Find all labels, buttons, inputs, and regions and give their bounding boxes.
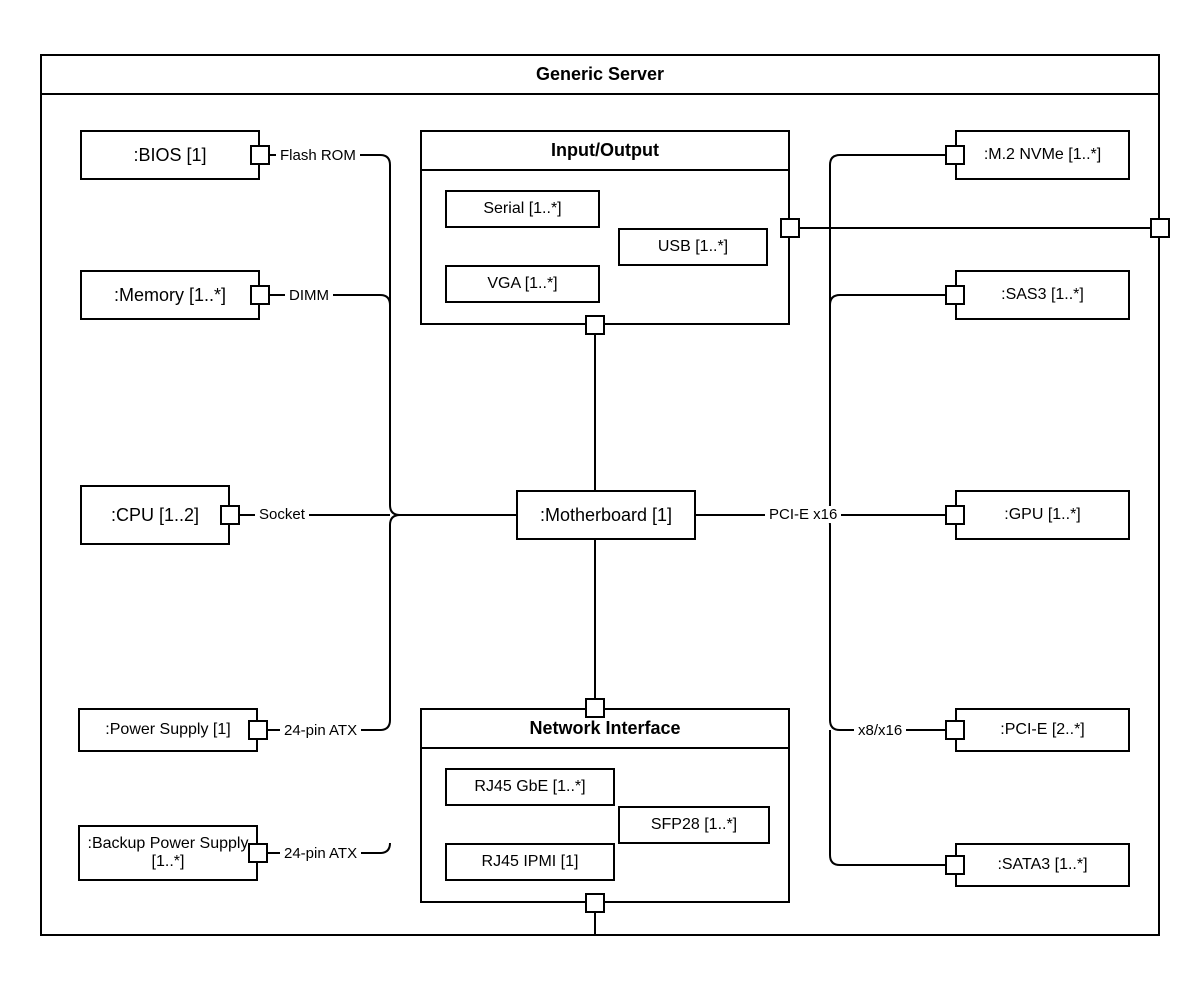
component-m2-nvme: :M.2 NVMe [1..*]: [955, 130, 1130, 180]
edge-label-socket: Socket: [255, 506, 309, 523]
port-net-top: [585, 698, 605, 718]
component-gpu: :GPU [1..*]: [955, 490, 1130, 540]
port-backup-power-supply: [248, 843, 268, 863]
edge-label-pcie-x16: PCI-E x16: [765, 506, 841, 523]
port-gpu: [945, 505, 965, 525]
port-net-bottom: [585, 893, 605, 913]
io-part-usb: USB [1..*]: [618, 228, 768, 266]
net-part-rj45-ipmi: RJ45 IPMI [1]: [445, 843, 615, 881]
component-motherboard: :Motherboard [1]: [516, 490, 696, 540]
io-part-serial: Serial [1..*]: [445, 190, 600, 228]
edge-label-x8x16: x8/x16: [854, 722, 906, 739]
component-memory: :Memory [1..*]: [80, 270, 260, 320]
port-sas3: [945, 285, 965, 305]
component-backup-power-supply: :Backup Power Supply [1..*]: [78, 825, 258, 881]
port-m2-nvme: [945, 145, 965, 165]
component-pcie: :PCI-E [2..*]: [955, 708, 1130, 752]
port-frame-right: [1150, 218, 1170, 238]
edge-label-atx1: 24-pin ATX: [280, 722, 361, 739]
component-bios: :BIOS [1]: [80, 130, 260, 180]
port-io-right: [780, 218, 800, 238]
net-title: Network Interface: [422, 710, 788, 749]
port-sata3: [945, 855, 965, 875]
net-part-rj45-gbe: RJ45 GbE [1..*]: [445, 768, 615, 806]
component-cpu: :CPU [1..2]: [80, 485, 230, 545]
frame-title: Generic Server: [42, 56, 1158, 95]
io-title: Input/Output: [422, 132, 788, 171]
net-part-sfp28: SFP28 [1..*]: [618, 806, 770, 844]
port-cpu: [220, 505, 240, 525]
port-power-supply: [248, 720, 268, 740]
port-pcie: [945, 720, 965, 740]
component-sas3: :SAS3 [1..*]: [955, 270, 1130, 320]
edge-label-flash-rom: Flash ROM: [276, 147, 360, 164]
io-part-vga: VGA [1..*]: [445, 265, 600, 303]
port-bios: [250, 145, 270, 165]
component-sata3: :SATA3 [1..*]: [955, 843, 1130, 887]
port-io-bottom: [585, 315, 605, 335]
edge-label-atx2: 24-pin ATX: [280, 845, 361, 862]
port-memory: [250, 285, 270, 305]
component-power-supply: :Power Supply [1]: [78, 708, 258, 752]
edge-label-dimm: DIMM: [285, 287, 333, 304]
